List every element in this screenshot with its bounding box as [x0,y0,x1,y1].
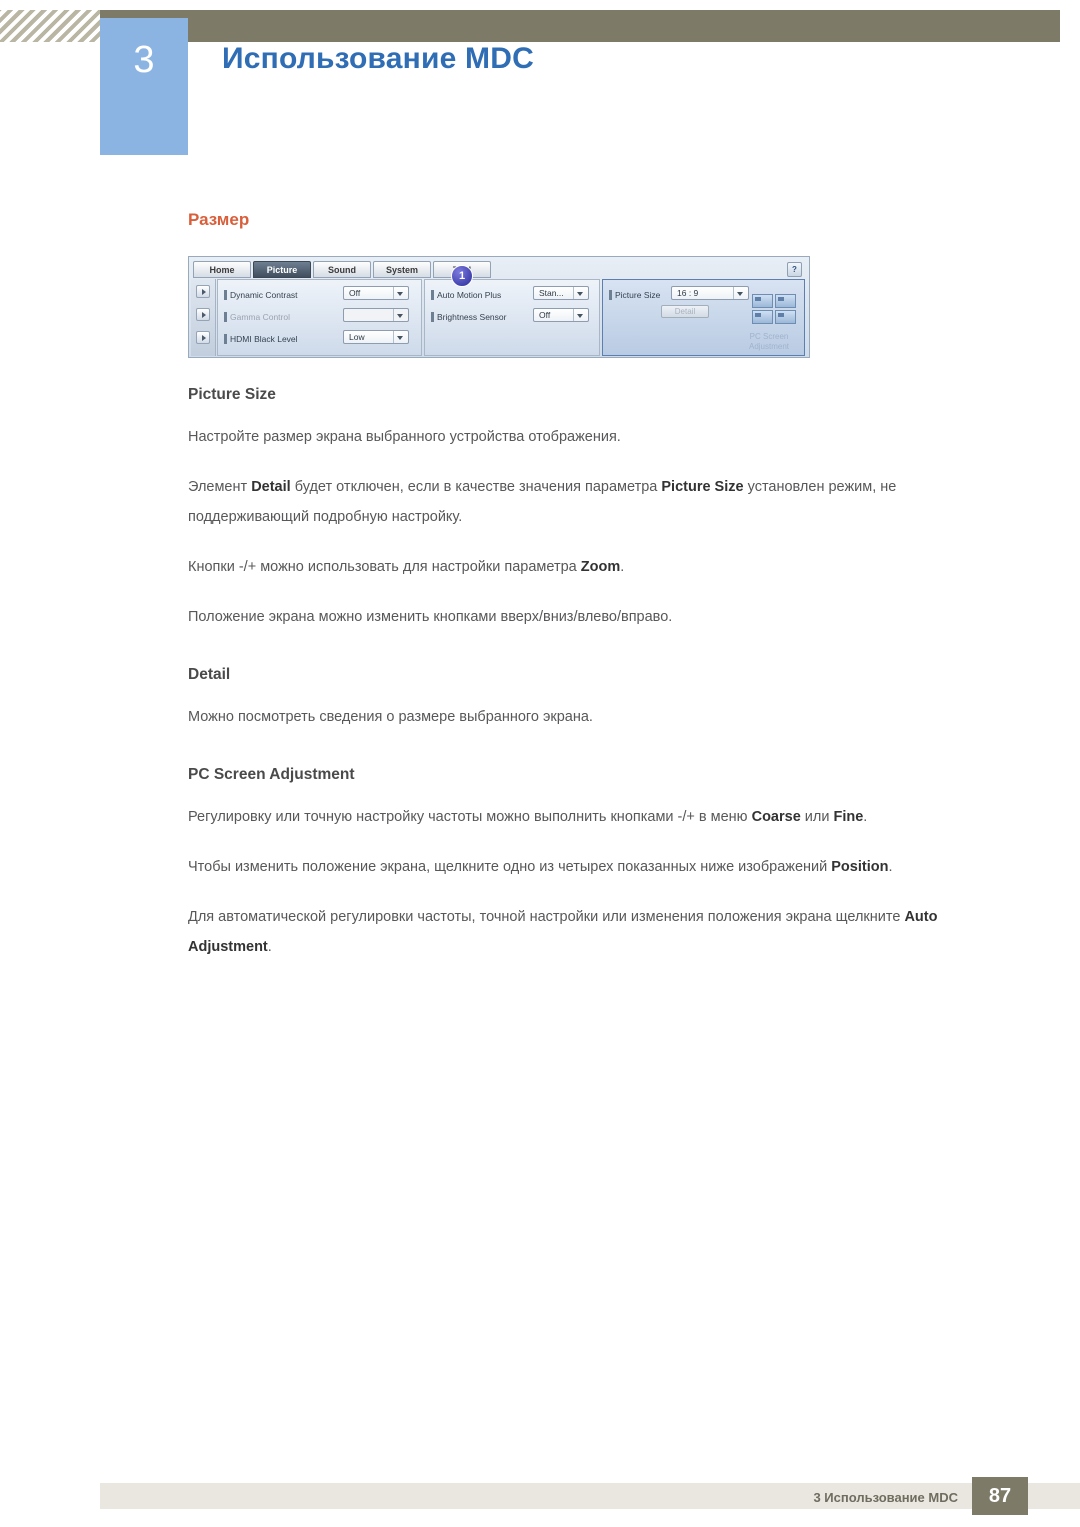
row-marker-icon [609,289,612,300]
text-frag: Для автоматической регулировки частоты, … [188,909,905,925]
chapter-number: 3 [133,39,155,81]
term-picture-size: Picture Size [661,479,744,495]
mdc-screenshot: Home Picture Sound System Tool ? Dynamic… [188,256,810,358]
chevron-down-icon [393,309,406,321]
pc-screen-adjustment-label: PC Screen Adjustment [748,332,790,351]
footer-chapter-text: 3 Использование MDC [813,1490,958,1505]
page-header: 3 Использование MDC [0,0,1080,155]
paragraph-picture-size-1: Настройте размер экрана выбранного устро… [188,429,621,445]
row-hdmi-black-level: HDMI Black Level [224,331,298,346]
term-fine: Fine [833,809,864,825]
section-title: Размер [188,210,250,229]
term-position: Position [831,859,889,875]
picture-settings-panel-middle: Auto Motion Plus Stan... Brightness Sens… [424,279,600,356]
position-grid[interactable] [752,294,796,324]
combo-auto-motion-plus[interactable]: Stan... [533,286,589,300]
expand-arrow-icon-3[interactable] [196,331,210,344]
row-gamma-control: Gamma Control [224,309,290,324]
page-number: 87 [972,1477,1028,1515]
row-marker-icon [431,289,434,300]
row-dynamic-contrast: Dynamic Contrast [224,287,298,302]
paragraph-pcsa-3: Для автоматической регулировки частоты, … [188,902,998,962]
heading-pc-screen-adjustment: PC Screen Adjustment [188,766,355,783]
row-auto-motion-plus: Auto Motion Plus [431,287,501,302]
position-cell-top-left[interactable] [752,294,773,308]
row-brightness-sensor: Brightness Sensor [431,309,506,324]
page-content: Размер Home Picture Sound System Tool ? … [188,210,998,982]
combo-brightness-sensor[interactable]: Off [533,308,589,322]
paragraph-pcsa-2: Чтобы изменить положение экрана, щелкнит… [188,852,998,882]
combo-hdmi-black-level[interactable]: Low [343,330,409,344]
combo-value-hdmi-black-level: Low [349,332,365,342]
text-frag: Чтобы изменить положение экрана, щелкнит… [188,859,832,875]
mdc-expander-column [191,279,216,356]
text-frag: Кнопки -/+ можно использовать для настро… [188,559,581,575]
label-picture-size: Picture Size [615,289,661,300]
position-cell-top-right[interactable] [775,294,796,308]
row-marker-icon [224,333,227,344]
row-marker-icon [224,311,227,322]
tab-picture[interactable]: Picture [253,261,311,278]
combo-dynamic-contrast[interactable]: Off [343,286,409,300]
paragraph-picture-size-4: Положение экрана можно изменить кнопками… [188,609,673,625]
help-icon[interactable]: ? [787,262,802,277]
chevron-down-icon[interactable] [393,287,406,299]
picture-settings-panel-left: Dynamic Contrast Off Gamma Control HDMI … [217,279,422,356]
tab-sound[interactable]: Sound [313,261,371,278]
text-frag: Элемент [188,479,252,495]
page-footer: 3 Использование MDC 87 [0,1467,1080,1527]
text-frag: . [267,939,272,955]
tab-home[interactable]: Home [193,261,251,278]
label-hdmi-black-level: HDMI Black Level [230,333,298,344]
position-cell-bottom-right[interactable] [775,310,796,324]
combo-value-auto-motion-plus: Stan... [539,288,564,298]
row-marker-icon [431,311,434,322]
heading-detail: Detail [188,666,231,683]
paragraph-picture-size-3: Кнопки -/+ можно использовать для настро… [188,552,998,582]
detail-button: Detail [661,305,709,318]
picture-size-panel: Picture Size 16 : 9 Detail PC Screen Adj… [602,279,805,356]
header-hatch-decoration [0,10,100,42]
chapter-title: Использование MDC [222,42,534,75]
position-cell-bottom-left[interactable] [752,310,773,324]
term-detail: Detail [251,479,291,495]
callout-badge-1: 1 [451,265,473,287]
label-dynamic-contrast: Dynamic Contrast [230,289,298,300]
paragraph-picture-size-2: Элемент Detail будет отключен, если в ка… [188,472,998,532]
expand-arrow-icon-1[interactable] [196,285,210,298]
label-auto-motion-plus: Auto Motion Plus [437,289,502,300]
combo-picture-size[interactable]: 16 : 9 [671,286,749,300]
text-frag: . [888,859,893,875]
mdc-tab-bar: Home Picture Sound System Tool [193,261,491,278]
mdc-body: Dynamic Contrast Off Gamma Control HDMI … [191,279,807,356]
label-brightness-sensor: Brightness Sensor [437,311,507,322]
paragraph-detail-1: Можно посмотреть сведения о размере выбр… [188,709,593,725]
expand-arrow-icon-2[interactable] [196,308,210,321]
chevron-down-icon[interactable] [573,309,586,321]
row-picture-size: Picture Size [609,287,660,302]
text-frag: . [863,809,868,825]
text-frag: Регулировку или точную настройку частоты… [188,809,752,825]
combo-value-dynamic-contrast: Off [349,288,361,298]
combo-value-picture-size: 16 : 9 [677,288,699,298]
chevron-down-icon[interactable] [733,287,746,299]
chevron-down-icon[interactable] [393,331,406,343]
label-gamma-control: Gamma Control [230,311,290,322]
text-frag: будет отключен, если в качестве значения… [290,479,662,495]
text-frag: . [620,559,625,575]
combo-value-brightness-sensor: Off [539,310,551,320]
heading-picture-size: Picture Size [188,386,276,403]
tab-system[interactable]: System [373,261,431,278]
term-coarse: Coarse [751,809,801,825]
paragraph-pcsa-1: Регулировку или точную настройку частоты… [188,802,998,832]
combo-gamma-control [343,308,409,322]
row-marker-icon [224,289,227,300]
text-frag: или [800,809,834,825]
chevron-down-icon[interactable] [573,287,586,299]
term-zoom: Zoom [580,559,621,575]
